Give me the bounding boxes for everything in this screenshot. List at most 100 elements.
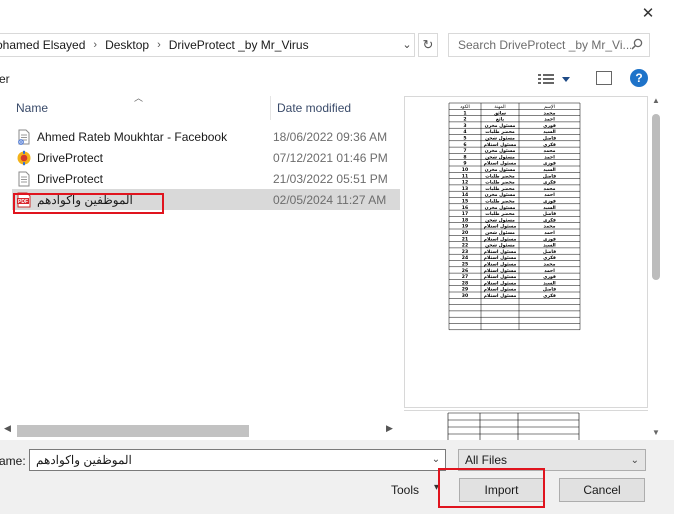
- preview-cell: 11: [462, 173, 468, 179]
- preview-pane-icon[interactable]: [596, 71, 612, 85]
- file-date: 02/05/2024 11:27 AM: [273, 192, 387, 207]
- preview-cell: مسئول استلام: [484, 162, 517, 167]
- filename-label: ame:: [0, 454, 26, 468]
- preview-cell: فوزي: [543, 124, 556, 129]
- scroll-down-icon[interactable]: ▼: [652, 428, 660, 437]
- preview-cell: احمد: [544, 231, 555, 236]
- vertical-scroll-thumb[interactable]: [652, 114, 660, 280]
- preview-cell: محضر طلبات: [485, 174, 515, 179]
- file-row[interactable]: Ahmed Rateb Moukhtar - Facebook 18/06/20…: [12, 126, 400, 147]
- preview-cell: مسئول استلام: [484, 281, 517, 286]
- breadcrumb-desktop[interactable]: Desktop: [105, 38, 149, 52]
- file-name: Ahmed Rateb Moukhtar - Facebook: [37, 129, 228, 144]
- tools-button[interactable]: Tools: [391, 483, 419, 497]
- preview-cell: مسئول شحن: [485, 231, 515, 236]
- preview-cell: فاضل: [543, 288, 556, 293]
- search-placeholder: Search DriveProtect _by Mr_Vi...: [458, 38, 631, 52]
- scroll-left-icon[interactable]: ◀: [4, 423, 11, 434]
- preview-cell: مسئول استلام: [484, 237, 517, 242]
- preview-cell: فاضل: [543, 250, 556, 255]
- column-divider[interactable]: [270, 96, 271, 120]
- document-preview-page-2: [447, 412, 580, 441]
- preview-cell: مسئول استلام: [484, 288, 517, 293]
- preview-cell: 24: [462, 255, 468, 261]
- preview-cell: فكري: [543, 142, 556, 148]
- cancel-button[interactable]: Cancel: [559, 478, 645, 502]
- preview-cell: السيد: [543, 281, 556, 286]
- preview-cell: مسئول مخزن: [485, 206, 516, 211]
- preview-cell: مسئول مخزن: [485, 168, 516, 173]
- highlight-box: [13, 193, 164, 214]
- preview-cell: 6: [463, 142, 466, 148]
- preview-cell: محضر طلبات: [485, 130, 515, 135]
- preview-cell: فاضل: [543, 174, 556, 179]
- sort-ascending-icon: ︿: [134, 93, 144, 103]
- preview-cell: 5: [463, 136, 466, 142]
- column-header-date-modified[interactable]: Date modified: [277, 101, 351, 115]
- file-row[interactable]: DriveProtect 07/12/2021 01:46 PM: [12, 147, 400, 168]
- preview-cell: 26: [462, 268, 468, 274]
- preview-cell: مسئول شحن: [485, 218, 515, 223]
- breadcrumb-folder[interactable]: DriveProtect _by Mr_Virus: [169, 38, 309, 52]
- preview-cell: مسئول استلام: [484, 250, 517, 255]
- scroll-right-icon[interactable]: ▶: [386, 423, 393, 434]
- breadcrumb[interactable]: ohamed Elsayed › Desktop › DriveProtect …: [0, 33, 415, 57]
- preview-header-cell: المهنة: [494, 105, 505, 110]
- preview-cell: مسئول مخزن: [485, 149, 516, 154]
- preview-cell: مسئول استلام: [484, 143, 517, 148]
- filetype-value: All Files: [465, 453, 508, 467]
- preview-cell: 10: [462, 167, 468, 173]
- search-input[interactable]: Search DriveProtect _by Mr_Vi...: [448, 33, 650, 57]
- view-options-button[interactable]: [538, 70, 578, 88]
- preview-cell: مسئول استلام: [484, 294, 517, 299]
- preview-cell: 17: [462, 211, 468, 217]
- filename-dropdown-chevron-icon[interactable]: ⌄: [428, 451, 444, 469]
- preview-cell: بائع: [496, 118, 505, 123]
- preview-cell: فاضل: [543, 212, 556, 217]
- new-folder-label-truncated[interactable]: er: [0, 72, 10, 86]
- preview-cell: محضر طلبات: [485, 181, 515, 186]
- preview-cell: مسئول استلام: [484, 263, 517, 268]
- breadcrumb-separator[interactable]: ›: [93, 39, 97, 51]
- file-date: 21/03/2022 05:51 PM: [273, 171, 388, 186]
- preview-cell: 18: [462, 217, 468, 223]
- preview-cell: فوزي: [543, 237, 556, 242]
- preview-cell: السيد: [543, 244, 556, 249]
- preview-cell: احمد: [544, 155, 555, 160]
- preview-cell: السيد: [543, 206, 556, 211]
- horizontal-scroll-thumb[interactable]: [17, 425, 249, 437]
- file-row[interactable]: DriveProtect 21/03/2022 05:51 PM: [12, 168, 400, 189]
- address-history-chevron-icon[interactable]: ⌄: [398, 36, 416, 54]
- preview-cell: مسئول مخزن: [485, 124, 516, 129]
- preview-cell: مسئول شحن: [485, 244, 515, 249]
- help-icon[interactable]: ?: [630, 69, 648, 87]
- preview-cell: 4: [463, 129, 466, 135]
- breadcrumb-user[interactable]: ohamed Elsayed: [0, 38, 85, 52]
- filename-input[interactable]: الموظفين واكوادهم: [29, 449, 446, 471]
- text-file-icon: [16, 171, 32, 187]
- preview-cell: السيد: [543, 130, 556, 135]
- scroll-up-icon[interactable]: ▲: [652, 96, 660, 105]
- preview-cell: محضر طلبات: [485, 187, 515, 192]
- file-date: 18/06/2022 09:36 AM: [273, 129, 388, 144]
- preview-cell: مسئول شحن: [485, 137, 515, 142]
- preview-cell: 9: [463, 161, 466, 167]
- preview-cell: فكري: [543, 255, 556, 261]
- breadcrumb-separator[interactable]: ›: [157, 39, 161, 51]
- filename-value: الموظفين واكوادهم: [36, 453, 132, 467]
- preview-cell: مسئول استلام: [484, 225, 517, 230]
- preview-cell: 1: [463, 110, 466, 116]
- preview-cell: مسئول شحن: [485, 155, 515, 160]
- file-name: DriveProtect: [37, 171, 104, 186]
- close-icon[interactable]: ✕: [638, 4, 658, 24]
- refresh-icon[interactable]: ↻: [418, 33, 438, 57]
- column-header-name[interactable]: Name: [16, 101, 48, 115]
- search-icon: [631, 38, 643, 53]
- preview-cell: محمد: [544, 111, 556, 116]
- preview-cell: فوزي: [543, 200, 556, 205]
- preview-cell: فكري: [543, 293, 556, 299]
- preview-cell: فوزي: [543, 162, 556, 167]
- preview-cell: 2: [463, 117, 466, 123]
- preview-cell: 20: [462, 230, 468, 236]
- chevron-down-icon: ⌄: [630, 454, 639, 466]
